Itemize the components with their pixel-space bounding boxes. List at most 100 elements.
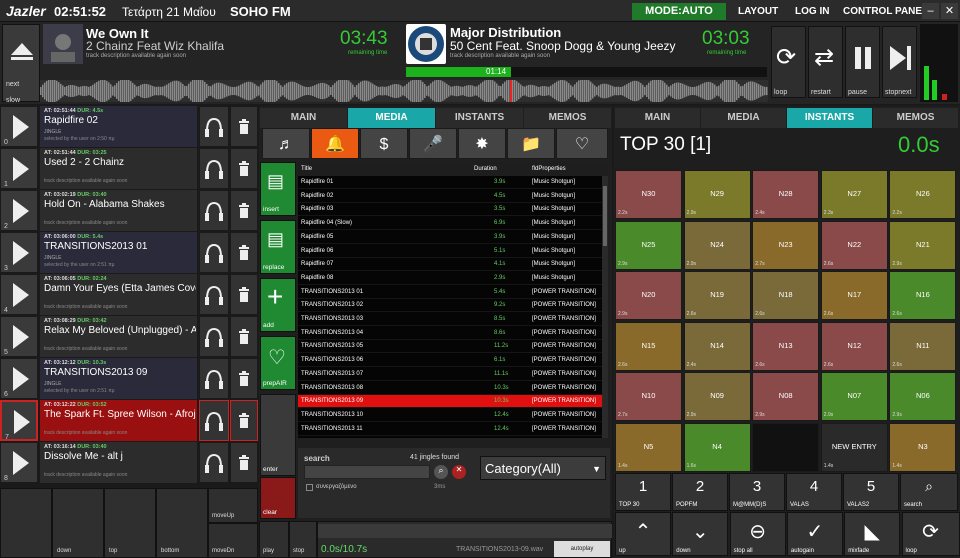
playlist-item-body[interactable]: AT: 03:12:22 DUR: 03:52 The Spark Ft. Sp…: [40, 400, 197, 441]
instant-cell[interactable]: N5 1.4s: [615, 422, 682, 472]
table-row[interactable]: Rapidfire 05 3.9s [Music Shotgun]: [298, 231, 602, 244]
top-button[interactable]: top: [104, 488, 156, 558]
instant-cell[interactable]: N27 2.3s: [820, 170, 888, 219]
bottom-button[interactable]: bottom: [156, 488, 208, 558]
movedn-button[interactable]: moveDn: [208, 523, 258, 558]
heart-category-icon[interactable]: ♡: [556, 128, 608, 159]
playlist-item[interactable]: 8 AT: 03:16:14 DUR: 03:40 Dissolve Me - …: [0, 442, 258, 483]
playlist-item-body[interactable]: AT: 02:51:44 DUR: 03:25 Used 2 - 2 Chain…: [40, 148, 197, 189]
playlist-item[interactable]: 6 AT: 03:12:12 DUR: 10.3s TRANSITIONS201…: [0, 358, 258, 399]
instants-search-button[interactable]: ⌕ search: [900, 473, 958, 511]
table-row[interactable]: TRANSITIONS2013 09 10.3s [POWER TRANSITION…: [298, 395, 602, 409]
close-icon[interactable]: ✕: [941, 3, 958, 19]
instant-cell[interactable]: N3 1.4s: [889, 422, 957, 472]
stopnext-button[interactable]: stopnext: [882, 26, 917, 98]
explosion-category-icon[interactable]: ✸: [458, 128, 506, 159]
playlist-item-body[interactable]: AT: 03:02:19 DUR: 03:40 Hold On - Alabam…: [40, 190, 197, 231]
play-item-button[interactable]: 3: [0, 232, 38, 273]
instant-cell[interactable]: NEW ENTRY 1.4s: [820, 422, 888, 472]
music-category-icon[interactable]: ♬: [262, 128, 310, 159]
clear-button[interactable]: clear: [260, 477, 296, 519]
category-select[interactable]: Category(All) ▼: [480, 456, 606, 480]
mixfade-button[interactable]: ◣ mixfade: [844, 512, 901, 556]
column-properties[interactable]: fldProperties: [532, 162, 566, 176]
progress-bar[interactable]: 01:14: [406, 67, 767, 77]
tab-instants[interactable]: INSTANTS: [787, 108, 872, 128]
playlist-item-body[interactable]: AT: 03:16:14 DUR: 03:40 Dissolve Me - al…: [40, 442, 197, 483]
play-item-button[interactable]: 0: [0, 106, 38, 147]
instant-cell[interactable]: N20 2.9s: [615, 271, 682, 320]
tab-main[interactable]: MAIN: [260, 108, 347, 128]
instant-cell[interactable]: N19 2.6s: [683, 271, 751, 320]
microphone-category-icon[interactable]: 🎤: [409, 128, 457, 159]
search-icon[interactable]: ⌕: [434, 465, 448, 479]
table-row[interactable]: TRANSITIONS2013 03 8.5s [POWER TRANSITION]: [298, 313, 602, 326]
replace-button[interactable]: ▤ replace: [260, 220, 296, 274]
playlist-item-body[interactable]: AT: 03:06:00 DUR: 5.4s TRANSITIONS2013 0…: [40, 232, 197, 273]
instant-cell[interactable]: N11 2.6s: [889, 321, 957, 371]
autogain-button[interactable]: ✓ autogain: [786, 512, 843, 556]
moveup-button[interactable]: moveUp: [208, 488, 258, 523]
table-row[interactable]: Rapidfire 04 (Slow) 6.9s [Music Shotgun]: [298, 217, 602, 231]
folder-category-icon[interactable]: 📁: [507, 128, 555, 159]
table-row[interactable]: TRANSITIONS2013 07 11.1s [POWER TRANSITION…: [298, 368, 602, 381]
play-item-button[interactable]: 4: [0, 274, 38, 315]
scrollbar[interactable]: [602, 176, 608, 438]
table-row[interactable]: TRANSITIONS2013 06 6.1s [POWER TRANSITION]: [298, 354, 602, 368]
loop-button[interactable]: ⟳ loop: [771, 26, 806, 98]
autoplay-button[interactable]: autoplay: [554, 541, 610, 557]
table-row[interactable]: TRANSITIONS2013 05 11.2s [POWER TRANSITION…: [298, 340, 602, 354]
prepair-button[interactable]: ♡ prepAIR: [260, 336, 296, 390]
waveform[interactable]: [40, 80, 768, 102]
headphones-icon[interactable]: [199, 106, 229, 147]
play-item-button[interactable]: 1: [0, 148, 38, 189]
headphones-icon[interactable]: [199, 358, 229, 399]
preview-progress[interactable]: [318, 524, 612, 538]
play-item-button[interactable]: 5: [0, 316, 38, 357]
add-button[interactable]: + add: [260, 278, 296, 332]
tab-memos[interactable]: MEMOS: [873, 108, 958, 128]
instant-page-button[interactable]: 2 POPFM: [672, 473, 728, 511]
instant-page-button[interactable]: 1 TOP 30: [615, 473, 671, 511]
instant-cell[interactable]: N06 2.9s: [889, 372, 957, 421]
partner-checkbox[interactable]: [306, 484, 313, 491]
money-category-icon[interactable]: $: [360, 128, 408, 159]
trash-icon[interactable]: [230, 148, 258, 189]
instant-cell[interactable]: N14 2.4s: [683, 321, 751, 371]
trash-icon[interactable]: [230, 106, 258, 147]
playlist-item-body[interactable]: AT: 02:51:44 DUR: 4.5s Rapidfire 02 JING…: [40, 106, 197, 147]
down-button[interactable]: down: [52, 488, 104, 558]
table-row[interactable]: TRANSITIONS2013 11 12.4s [POWER TRANSITION…: [298, 423, 602, 436]
instant-cell[interactable]: N23 2.7s: [752, 220, 820, 270]
tab-memos[interactable]: MEMOS: [524, 108, 611, 128]
trash-icon[interactable]: [230, 400, 258, 441]
playlist-item[interactable]: 4 AT: 03:06:05 DUR: 02:24 Damn Your Eyes…: [0, 274, 258, 315]
instant-cell[interactable]: N26 2.2s: [889, 170, 957, 219]
playlist-item-body[interactable]: AT: 03:06:05 DUR: 02:24 Damn Your Eyes (…: [40, 274, 197, 315]
headphones-icon[interactable]: [199, 232, 229, 273]
up-button[interactable]: ⌃ up: [615, 512, 671, 556]
enter-button[interactable]: enter: [260, 394, 296, 476]
instant-cell[interactable]: N4 1.6s: [683, 422, 751, 472]
playlist-item[interactable]: 2 AT: 03:02:19 DUR: 03:40 Hold On - Alab…: [0, 190, 258, 231]
trash-icon[interactable]: [230, 316, 258, 357]
headphones-icon[interactable]: [199, 148, 229, 189]
play-button[interactable]: play: [259, 521, 289, 558]
playlist-item[interactable]: 7 AT: 03:12:22 DUR: 03:52 The Spark Ft. …: [0, 400, 258, 441]
pause-button[interactable]: pause: [845, 26, 880, 98]
playlist-item-body[interactable]: AT: 03:08:29 DUR: 03:42 Relax My Beloved…: [40, 316, 197, 357]
table-row[interactable]: TRANSITIONS2013 01 5.4s [POWER TRANSITION]: [298, 286, 602, 299]
column-title[interactable]: Title: [301, 162, 312, 176]
column-duration[interactable]: Duration: [474, 162, 497, 176]
trash-icon[interactable]: [230, 232, 258, 273]
instant-cell[interactable]: N21 2.9s: [889, 220, 957, 270]
instant-cell[interactable]: N17 2.6s: [820, 271, 888, 320]
headphones-icon[interactable]: [199, 400, 229, 441]
headphones-icon[interactable]: [199, 274, 229, 315]
tab-instants[interactable]: INSTANTS: [436, 108, 523, 128]
table-row[interactable]: Rapidfire 08 2.9s [Music Shotgun]: [298, 272, 602, 285]
instant-cell[interactable]: [752, 422, 820, 472]
search-input[interactable]: [304, 465, 430, 479]
layout-menu[interactable]: LAYOUT: [738, 6, 778, 17]
playlist-item[interactable]: 3 AT: 03:06:00 DUR: 5.4s TRANSITIONS2013…: [0, 232, 258, 273]
